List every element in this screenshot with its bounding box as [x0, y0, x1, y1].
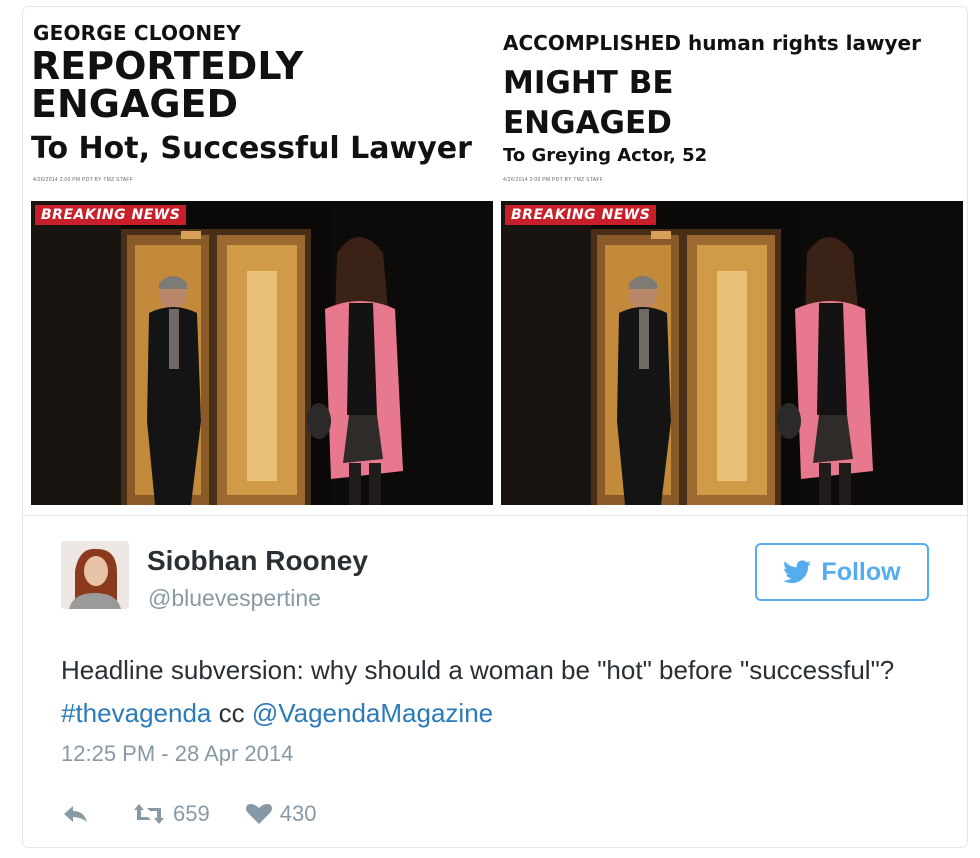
- avatar[interactable]: [61, 541, 129, 609]
- breaking-news-badge: BREAKING NEWS: [505, 205, 657, 225]
- tweet-card: GEORGE CLOONEY REPORTEDLY ENGAGED To Hot…: [22, 6, 968, 848]
- breaking-news-badge: BREAKING NEWS: [35, 205, 187, 225]
- byline: 4/26/2014 2:00 PM PDT BY TMZ STAFF: [33, 177, 134, 183]
- follow-button[interactable]: Follow: [755, 543, 929, 601]
- tweet-actions: 659 430: [61, 797, 316, 831]
- headline-main-line-1: REPORTEDLY: [31, 44, 304, 88]
- hashtag-link[interactable]: #thevagenda: [61, 698, 211, 728]
- news-photo: BREAKING NEWS: [501, 201, 963, 505]
- retweet-button[interactable]: 659: [133, 801, 210, 827]
- photo-illustration: [31, 201, 493, 505]
- headline-top: ACCOMPLISHED human rights lawyer: [503, 31, 921, 55]
- tweet-text-cc: cc: [211, 698, 252, 728]
- headline-panel-rewritten: ACCOMPLISHED human rights lawyer MIGHT B…: [501, 7, 963, 513]
- headline-sub: To Greying Actor, 52: [503, 145, 708, 166]
- headline-main-line-1: MIGHT BE: [503, 65, 674, 101]
- headline-main: REPORTEDLY ENGAGED: [31, 47, 303, 123]
- like-button[interactable]: 430: [245, 801, 317, 827]
- author-name[interactable]: Siobhan Rooney: [147, 545, 368, 577]
- reply-button[interactable]: [61, 804, 89, 824]
- headline-main-line-2: ENGAGED: [31, 82, 239, 126]
- headline-sub: To Hot, Successful Lawyer: [31, 131, 472, 166]
- headline-main-line-2: ENGAGED: [503, 105, 672, 141]
- author-handle[interactable]: @bluevespertine: [148, 585, 321, 612]
- retweet-count: 659: [173, 801, 210, 826]
- tweet-media[interactable]: GEORGE CLOONEY REPORTEDLY ENGAGED To Hot…: [23, 7, 967, 516]
- heart-icon: [245, 804, 272, 824]
- twitter-bird-icon: [783, 560, 812, 584]
- avatar-image: [61, 541, 129, 609]
- photo-illustration: [501, 201, 963, 505]
- follow-label: Follow: [821, 557, 901, 586]
- byline: 4/26/2014 2:00 PM PDT BY TMZ STAFF: [503, 177, 604, 183]
- tweet-body: Siobhan Rooney @bluevespertine Follow He…: [23, 517, 967, 847]
- like-count: 430: [279, 801, 317, 826]
- headline-top: GEORGE CLOONEY: [33, 21, 241, 45]
- tweet-text-plain: Headline subversion: why should a woman …: [61, 655, 895, 685]
- tweet-text: Headline subversion: why should a woman …: [61, 649, 921, 735]
- tweet-timestamp[interactable]: 12:25 PM - 28 Apr 2014: [61, 741, 293, 767]
- headline-main: MIGHT BE ENGAGED: [503, 63, 674, 143]
- news-photo: BREAKING NEWS: [31, 201, 493, 505]
- mention-link[interactable]: @VagendaMagazine: [252, 698, 493, 728]
- headline-panel-original: GEORGE CLOONEY REPORTEDLY ENGAGED To Hot…: [31, 7, 493, 513]
- retweet-icon: [134, 804, 164, 824]
- reply-arrow-icon: [64, 806, 87, 822]
